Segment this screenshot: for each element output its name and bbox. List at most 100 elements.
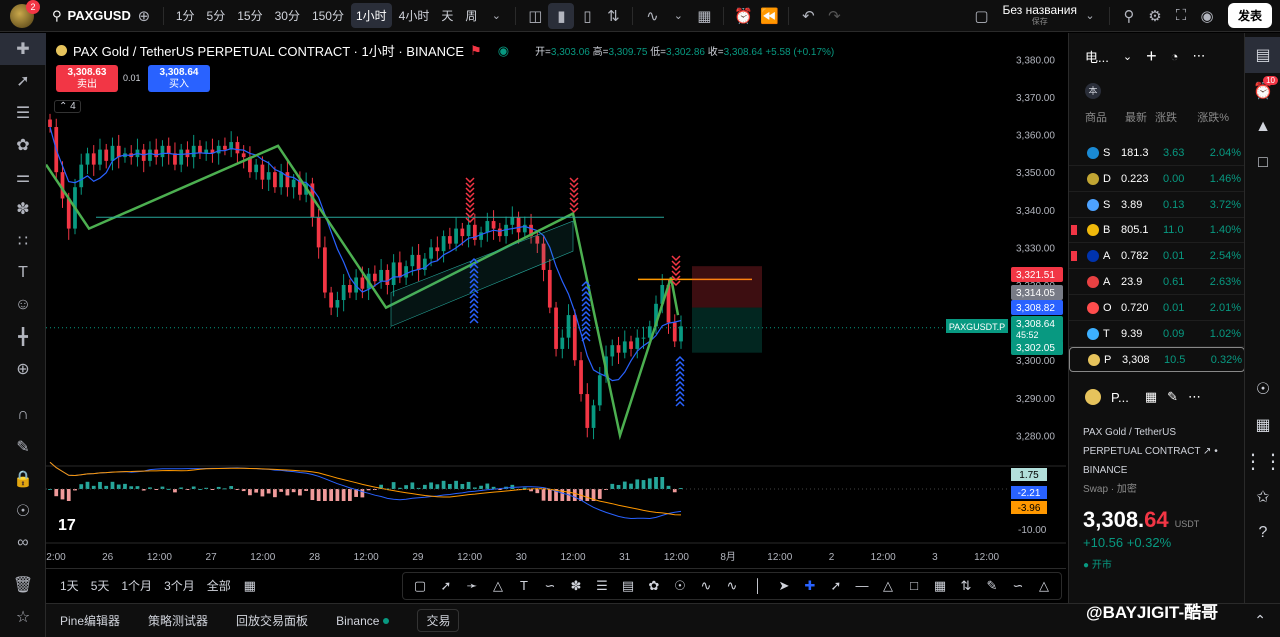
candles-icon[interactable]: ▮ [548,2,575,29]
projection-icon[interactable]: ☉ [667,573,693,599]
fib-ext-icon[interactable]: ▤ [615,573,641,599]
ruler-icon[interactable]: ╋ [0,321,46,353]
range-2[interactable]: 1个月 [121,577,152,594]
sell-button[interactable]: 3,308.63 卖出 [56,65,118,92]
flag-icon[interactable] [1071,303,1077,313]
eye-icon[interactable]: ☉ [0,495,46,527]
add-compare-icon[interactable]: ⊕ [131,3,157,29]
advanced-view-icon[interactable]: ◔ [1171,49,1179,64]
layout-name[interactable]: Без названия 保存 [1002,4,1077,28]
chevron-down-icon[interactable]: ⌄ [665,3,691,29]
zoom-icon[interactable]: ⊕ [0,353,46,385]
symbol-search[interactable]: ⚲ PAXGUSD [52,8,131,24]
crosshair-icon[interactable]: ✚ [0,33,46,65]
external-link-icon[interactable]: ↗ [1203,446,1211,457]
trash-icon[interactable]: 🗑 [0,569,46,601]
cross-icon[interactable]: ✚ [797,573,823,599]
flag-icon[interactable] [1071,329,1077,339]
flag-icon[interactable]: ⚑ [470,43,482,59]
cursor-icon[interactable]: ➤ [771,573,797,599]
flag-icon[interactable] [1072,355,1078,365]
grid-view-icon[interactable]: ▦ [1145,389,1157,405]
alert-icon[interactable]: ⏰ [730,3,756,29]
stream-icon[interactable]: ✩ [1245,479,1280,515]
watchlist-row[interactable]: S 3.89 0.13 3.72% [1069,193,1245,218]
flag-icon[interactable] [1071,148,1077,158]
camera-icon[interactable]: ◉ [1194,3,1220,29]
vline-icon[interactable]: │ [745,573,771,599]
interval-4[interactable]: 150分 [307,3,349,28]
goto-date-icon[interactable]: ▦ [237,573,263,599]
watchlist-row[interactable]: D 0.223 0.00 1.46% [1069,167,1245,192]
strategy-tester-tab[interactable]: 策略测试器 [148,612,208,629]
elliott-icon[interactable]: ∿ [719,573,745,599]
edit-icon[interactable]: ✎ [1167,389,1178,405]
wave-icon[interactable]: ∽ [1005,573,1031,599]
polyline-icon[interactable]: △ [1031,573,1057,599]
undo-icon[interactable]: ↶ [795,3,821,29]
trendline-icon[interactable]: ➚ [0,65,46,97]
chevron-down-icon[interactable]: ⌄ [1123,50,1132,63]
range-1[interactable]: 5天 [91,577,110,594]
detail-short-name[interactable]: P... [1111,390,1129,405]
add-symbol-icon[interactable]: + [1146,46,1157,67]
emoji-icon[interactable]: ☺ [0,289,46,321]
fib-icon[interactable]: ☰ [0,97,46,129]
publish-button[interactable]: 发表 [1227,3,1272,28]
curve-icon[interactable]: ∽ [537,573,563,599]
heikin-ashi-icon[interactable]: ⇅ [600,3,626,29]
path-icon[interactable]: △ [485,573,511,599]
flag-icon[interactable] [1071,251,1077,262]
price-chart[interactable]: 3,380.00 3,370.00 3,360.00 3,350.00 3,340.00… [44,33,1066,568]
watchlist-row[interactable]: A 0.782 0.01 2.54% [1069,244,1245,270]
watchlist-row[interactable]: S 181.3 3.63 2.04% [1069,141,1245,166]
flag-icon[interactable] [1071,200,1077,210]
replay-icon[interactable]: ⏪ [756,3,782,29]
watchlist-icon[interactable]: ▤ [1245,37,1280,73]
interval-2[interactable]: 15分 [232,3,267,28]
interval-8[interactable]: 周 [460,3,482,28]
interval-7[interactable]: 天 [436,3,458,28]
link-icon[interactable]: ∞ [0,527,46,559]
avatar[interactable]: 2 [10,0,40,28]
pine-editor-tab[interactable]: Pine编辑器 [60,612,120,629]
flag-icon[interactable] [1071,174,1077,184]
watchlist-row[interactable]: B 805.1 11.0 1.40% [1069,218,1245,244]
watchlist-row[interactable]: T 9.39 0.09 1.02% [1069,322,1245,347]
chat-icon[interactable]: □ [1245,145,1280,181]
triangle-icon[interactable]: △ [875,573,901,599]
hotlist-icon[interactable]: ▲ [1245,109,1280,145]
lock-icon[interactable]: 🔒 [0,463,46,495]
templates-icon[interactable]: ▦ [691,3,717,29]
alerts-icon[interactable]: ⏰ 10 [1245,73,1280,109]
hollow-candles-icon[interactable]: ▯ [574,3,600,29]
hline-icon[interactable]: — [849,573,875,599]
watchlist-title[interactable]: 电... [1085,47,1109,66]
trade-tab[interactable]: 交易 [417,609,460,632]
brush-icon[interactable]: ✽ [0,193,46,225]
ray-icon[interactable]: ➚ [823,573,849,599]
pattern-tool-icon[interactable]: ✿ [641,573,667,599]
node-icon[interactable]: ∷ [0,225,46,257]
collapse-panel-icon[interactable]: ⌃ [1254,612,1266,629]
interval-1[interactable]: 5分 [202,3,231,28]
interval-3[interactable]: 30分 [270,3,305,28]
text-icon[interactable]: T [0,257,46,289]
pencil-icon[interactable]: ✎ [979,573,1005,599]
settings-icon[interactable]: ⚙ [1142,3,1168,29]
range-0[interactable]: 1天 [60,577,79,594]
redo-icon[interactable]: ↷ [821,3,847,29]
brush-tool-icon[interactable]: ✽ [563,573,589,599]
interval-0[interactable]: 1分 [171,3,200,28]
chart-pane[interactable]: 3,380.00 3,370.00 3,360.00 3,350.00 3,340.00… [44,33,1066,568]
favorite-star-icon[interactable]: ☆ [0,601,46,633]
quick-search-icon[interactable]: ⚲ [1116,3,1142,29]
grid-icon[interactable]: ▦ [927,573,953,599]
indicators-collapse[interactable]: ⌃ 4 [54,100,81,113]
calendar-icon[interactable]: ▦ [1245,407,1280,443]
ideas-icon[interactable]: ☉ [1245,371,1280,407]
chevron-down-icon[interactable]: ⌄ [1077,3,1103,29]
forecast-icon[interactable]: ⚌ [0,161,46,193]
rectangle-icon[interactable]: ▢ [407,573,433,599]
watchlist-row[interactable]: O 0.720 0.01 2.01% [1069,296,1245,321]
